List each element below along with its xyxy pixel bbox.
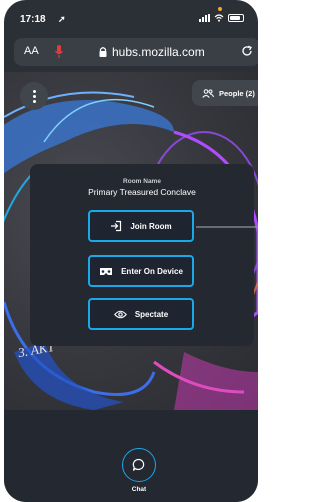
more-vertical-icon: [32, 89, 36, 103]
chat-button[interactable]: [122, 448, 156, 482]
lock-icon: [99, 47, 107, 57]
eye-icon: [113, 310, 127, 318]
chat-bubble-icon: [132, 458, 145, 471]
room-name: Primary Treasured Conclave: [88, 187, 196, 197]
enter-icon: [111, 220, 122, 232]
spectate-label: Spectate: [134, 309, 169, 319]
recording-indicator-icon: [218, 7, 222, 11]
room-name-label: Room Name: [123, 178, 161, 185]
status-bar: 17:18 ➚: [4, 0, 258, 34]
vr-headset-icon: [100, 267, 113, 275]
people-icon: [202, 88, 214, 98]
enter-on-device-button[interactable]: Enter On Device: [88, 255, 194, 287]
phone-frame: 17:18 ➚ AA hubs.mozilla.com 3. AKT Peopl…: [4, 0, 258, 502]
status-time: 17:18: [20, 14, 46, 25]
people-button[interactable]: People (2): [192, 80, 258, 106]
status-icons: [199, 14, 244, 22]
location-arrow-icon: ➚: [58, 14, 66, 24]
battery-icon: [228, 14, 244, 22]
join-room-button[interactable]: Join Room: [88, 210, 194, 242]
microphone-icon[interactable]: [54, 44, 64, 60]
cellular-signal-icon: [199, 14, 210, 22]
address-bar[interactable]: AA hubs.mozilla.com: [14, 38, 258, 66]
menu-button[interactable]: [20, 82, 48, 110]
text-size-button[interactable]: AA: [24, 45, 39, 57]
wifi-icon: [214, 14, 224, 22]
connector-line: [196, 226, 258, 228]
enter-on-device-label: Enter On Device: [121, 266, 183, 276]
chat-label: Chat: [131, 486, 147, 493]
spectate-button[interactable]: Spectate: [88, 298, 194, 330]
room-entry-panel: Room Name Primary Treasured Conclave Joi…: [30, 164, 254, 346]
reload-icon[interactable]: [240, 44, 254, 58]
join-room-label: Join Room: [130, 221, 172, 231]
people-button-label: People (2): [219, 88, 255, 98]
url-text[interactable]: hubs.mozilla.com: [112, 45, 205, 59]
bottom-toolbar: Chat: [4, 410, 258, 502]
